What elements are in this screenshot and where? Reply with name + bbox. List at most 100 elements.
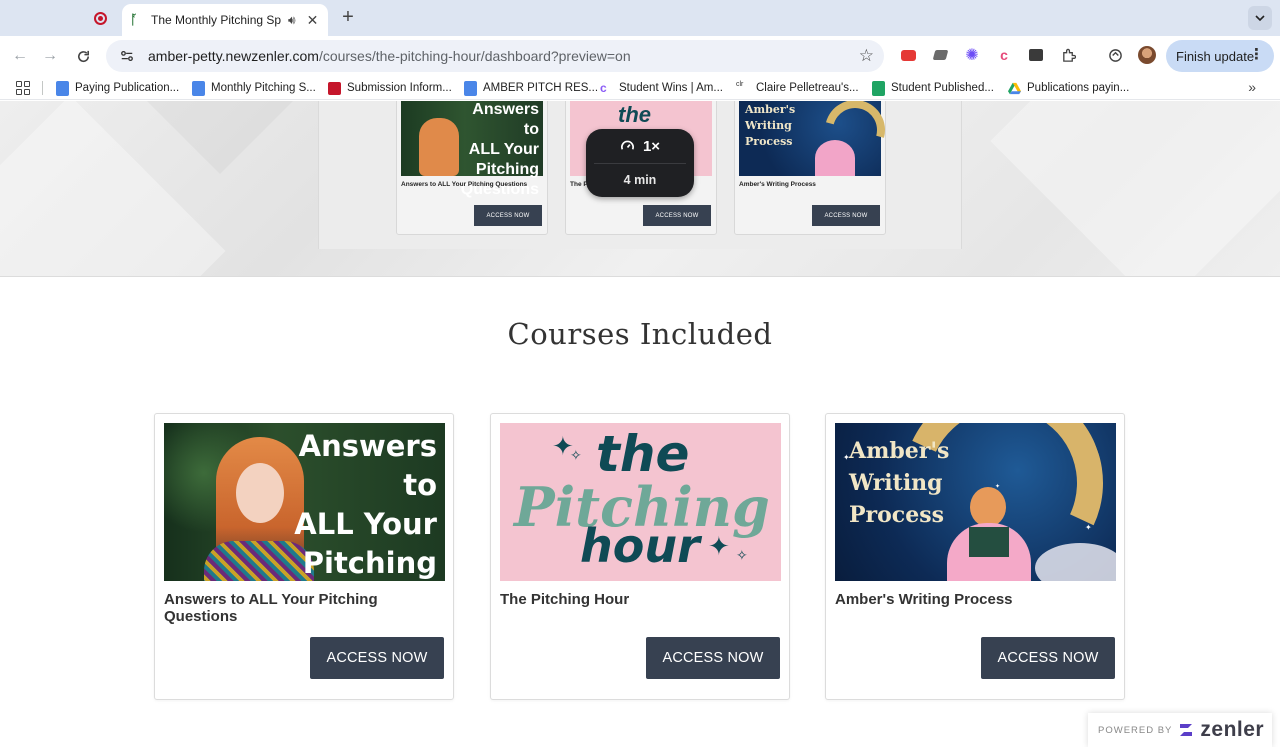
course-card[interactable]: ✦ ✧ the Pitching hour ✦ ✧ The Pitching H… bbox=[490, 413, 790, 700]
bookmarks-separator bbox=[42, 81, 43, 95]
page-content: Answers to ALL Your Pitching Questions Answ… bbox=[0, 101, 1280, 747]
course-thumbnail: Answers toALL YourPitchingQuestions bbox=[164, 423, 445, 581]
close-tab-icon[interactable]: ✕ bbox=[307, 12, 319, 29]
bookmark-label: Claire Pelletreau's... bbox=[756, 82, 859, 94]
access-now-button[interactable]: ACCESS NOW bbox=[646, 637, 780, 679]
mini-course-card[interactable]: Answers to ALL Your Pitching Questions Answ… bbox=[396, 101, 548, 235]
sparkle-extension-icon[interactable]: ✺ bbox=[962, 45, 982, 65]
speed-divider bbox=[594, 163, 686, 164]
reload-button[interactable] bbox=[71, 44, 95, 68]
bookmark-item[interactable]: Paying Publication... bbox=[56, 80, 179, 96]
recording-tab[interactable] bbox=[82, 6, 118, 30]
chevron-down-icon bbox=[1255, 15, 1265, 22]
finish-update-button[interactable]: Finish update ⋮ bbox=[1166, 40, 1274, 72]
browser-toolbar: ← → amber-petty.newzenler.com/courses/th… bbox=[0, 36, 1280, 76]
course-title[interactable]: The Pitching Hour bbox=[500, 591, 629, 608]
back-button[interactable]: ← bbox=[8, 44, 32, 68]
sparkle-icon: ✧ bbox=[736, 547, 748, 563]
docs-icon bbox=[192, 80, 205, 96]
chrome-labs-icon[interactable] bbox=[1105, 45, 1125, 65]
claire-icon: clr bbox=[736, 80, 744, 88]
mini-course-title: Answers to ALL Your Pitching Questions bbox=[401, 181, 528, 188]
mini-thumb-text: the bbox=[618, 102, 651, 127]
course-title[interactable]: Answers to ALL Your Pitching Questions bbox=[164, 591, 453, 625]
mini-access-button[interactable]: ACCESS NOW bbox=[474, 205, 542, 226]
course-title[interactable]: Amber's Writing Process bbox=[835, 591, 1013, 608]
mini-access-button[interactable]: ACCESS NOW bbox=[643, 205, 711, 226]
more-bookmarks-icon[interactable]: » bbox=[1248, 79, 1256, 95]
url-host: amber-petty.newzenler.com bbox=[148, 48, 319, 64]
apps-grid-icon[interactable] bbox=[16, 81, 30, 95]
address-bar[interactable]: amber-petty.newzenler.com/courses/the-pi… bbox=[106, 40, 884, 72]
thumb-text: Answers toALL YourPitchingQuestions bbox=[294, 429, 437, 580]
drive-icon bbox=[1008, 82, 1021, 94]
c-logo-icon: c bbox=[600, 80, 607, 95]
url-path: /courses/the-pitching-hour/dashboard?pre… bbox=[318, 48, 631, 64]
section-title: Courses Included bbox=[507, 317, 773, 351]
dress-figure bbox=[815, 140, 855, 176]
course-thumbnail: ✦ ✧ the Pitching hour ✦ ✧ bbox=[500, 423, 781, 581]
profile-avatar[interactable] bbox=[1137, 45, 1157, 65]
docs-icon bbox=[464, 80, 477, 96]
bookmark-item[interactable]: Student Published... bbox=[872, 80, 994, 96]
powered-by-badge[interactable]: POWERED BY zenler bbox=[1088, 713, 1272, 747]
more-options-icon[interactable]: ⋮ bbox=[1249, 47, 1264, 63]
tab-title: The Monthly Pitching Spri bbox=[151, 13, 281, 27]
zenler-logo-icon bbox=[1180, 724, 1193, 736]
site-settings-icon[interactable] bbox=[118, 47, 136, 65]
playback-speed[interactable]: 1× bbox=[586, 129, 694, 163]
bookmark-label: Student Published... bbox=[891, 82, 994, 94]
thumb-text: Amber's Writing Process bbox=[849, 438, 950, 528]
bookmark-label: Student Wins | Am... bbox=[619, 82, 723, 94]
youtube-extension-icon[interactable] bbox=[898, 45, 918, 65]
forward-button[interactable]: → bbox=[38, 44, 62, 68]
course-card[interactable]: Answers toALL YourPitchingQuestions Answ… bbox=[154, 413, 454, 700]
bookmark-label: AMBER PITCH RES... bbox=[483, 82, 599, 94]
portrait-figure bbox=[419, 118, 459, 176]
access-now-button[interactable]: ACCESS NOW bbox=[981, 637, 1115, 679]
bookmark-star-icon[interactable]: ☆ bbox=[859, 46, 874, 66]
tab-search-button[interactable] bbox=[1248, 6, 1272, 30]
mini-course-card[interactable]: Amber's Writing Process Amber's Writing Pr… bbox=[734, 101, 896, 235]
dots-extension-icon[interactable] bbox=[1026, 45, 1046, 65]
record-icon bbox=[93, 11, 107, 25]
extensions-puzzle-icon[interactable] bbox=[1058, 45, 1078, 65]
bookmark-label: Publications payin... bbox=[1027, 82, 1130, 94]
bookmark-item[interactable]: clr Claire Pelletreau's... bbox=[736, 80, 859, 96]
zenler-brand: zenler bbox=[1200, 718, 1265, 741]
bookmark-item[interactable]: Submission Inform... bbox=[328, 80, 452, 96]
playback-speed-overlay[interactable]: 1× 4 min bbox=[586, 129, 694, 197]
bookmark-label: Submission Inform... bbox=[347, 82, 452, 94]
mini-course-title: Amber's Writing Process bbox=[739, 181, 816, 188]
bookmark-item[interactable]: Monthly Pitching S... bbox=[192, 80, 316, 96]
speedometer-icon bbox=[620, 140, 634, 150]
active-tab[interactable]: ᚪ The Monthly Pitching Spri 🔊︎ ✕ bbox=[122, 4, 328, 36]
sparkle-icon: ✦ bbox=[708, 531, 730, 561]
red-square-icon bbox=[328, 81, 341, 95]
puzzle-ext-icon[interactable] bbox=[930, 45, 950, 65]
course-card[interactable]: ✦ ✦ ✦ Amber's Writing Process Amber's Writ… bbox=[825, 413, 1125, 700]
thumb-text-hour: hour bbox=[580, 519, 700, 573]
powered-by-label: POWERED BY bbox=[1098, 724, 1173, 736]
mini-thumb-text: Amber's Writing Process bbox=[745, 103, 796, 148]
audio-playing-icon[interactable]: 🔊︎ bbox=[288, 13, 296, 28]
hero-banner: Answers to ALL Your Pitching Questions Answ… bbox=[0, 101, 1280, 277]
new-tab-button[interactable]: + bbox=[336, 6, 360, 30]
book-figure bbox=[969, 527, 1009, 557]
bookmark-label: Paying Publication... bbox=[75, 82, 180, 94]
bookmark-item[interactable]: c Student Wins | Am... bbox=[600, 80, 723, 96]
bookmark-item[interactable]: Publications payin... bbox=[1008, 80, 1129, 96]
mini-access-button[interactable]: ACCESS NOW bbox=[812, 205, 880, 226]
bookmark-item[interactable]: AMBER PITCH RES... bbox=[464, 80, 598, 96]
bookmark-label: Monthly Pitching S... bbox=[211, 82, 316, 94]
course-thumbnail: ✦ ✦ ✦ Amber's Writing Process bbox=[835, 423, 1116, 581]
tab-favicon-icon: ᚪ bbox=[130, 12, 138, 27]
bookmarks-bar: Paying Publication... Monthly Pitching S… bbox=[0, 76, 1280, 100]
mini-course-thumbnail: Answers to ALL Your Pitching Questions bbox=[401, 101, 543, 198]
speed-value: 1× bbox=[642, 137, 661, 155]
c-extension-icon[interactable]: c bbox=[994, 45, 1014, 65]
access-now-button[interactable]: ACCESS NOW bbox=[310, 637, 444, 679]
duration-value: 4 min bbox=[623, 173, 657, 187]
sheets-icon bbox=[872, 80, 885, 96]
mini-course-thumbnail: Amber's Writing Process bbox=[739, 101, 896, 176]
